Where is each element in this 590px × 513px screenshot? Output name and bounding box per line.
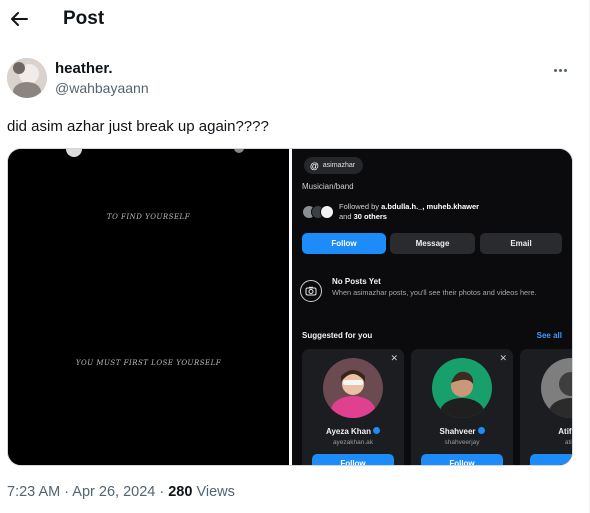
suggested-title: Suggested for you	[302, 331, 373, 340]
tweet-text: did asim azhar just break up again????	[7, 118, 269, 135]
suggestion-avatar	[323, 358, 383, 418]
story-bubble	[66, 149, 82, 157]
followed-by-others: 30 others	[353, 212, 387, 221]
back-arrow-icon[interactable]	[8, 6, 30, 32]
top-bar: Post	[0, 0, 590, 40]
threads-username: asimazhar	[322, 162, 356, 169]
quote-line-bottom: YOU MUST FIRST LOSE YOURSELF	[75, 359, 222, 367]
suggestion-handle: atifa	[564, 439, 572, 446]
suggestion-follow-button: Follow	[312, 454, 394, 465]
story-dot	[234, 149, 244, 153]
page-title: Post	[63, 8, 105, 29]
tweet-author: heather. @wahbayaann	[7, 56, 583, 102]
camera-icon	[300, 280, 322, 302]
followed-by-text: Followed by a.bdulla.h._, muheb.khawer a…	[339, 202, 479, 222]
author-handle[interactable]: @wahbayaann	[55, 80, 149, 96]
more-options-icon[interactable]	[549, 62, 571, 78]
verified-icon	[477, 427, 485, 435]
email-button: Email	[480, 233, 562, 254]
threads-badge: @ asimazhar	[304, 157, 364, 174]
views-label: Views	[192, 484, 235, 500]
close-icon: ✕	[499, 353, 507, 363]
suggestion-card: ✕ Ayeza Khan ayezakhan.ak Follow	[302, 349, 404, 465]
tweet-meta: 7:23 AM · Apr 26, 2024 · 280 Views	[7, 484, 235, 500]
quote-line-top: TO FIND YOURSELF	[106, 213, 191, 221]
threads-icon: @	[310, 160, 319, 171]
suggestion-card: ✕ Shahveer shahveerjay Follow	[411, 349, 513, 465]
followed-by-prefix: Followed by	[339, 202, 382, 211]
follower-avatar	[320, 205, 334, 219]
no-posts-title: No Posts Yet	[332, 277, 381, 286]
suggestion-name: Shahveer	[411, 427, 513, 436]
suggestion-handle: ayezakhan.ak	[332, 439, 374, 446]
no-posts-notice: No Posts Yet When asimazhar posts, you'l…	[300, 277, 570, 313]
avatar[interactable]	[7, 58, 47, 98]
profile-category: Musician/band	[302, 182, 354, 191]
suggestion-follow-button: Follow	[421, 454, 503, 465]
no-posts-subtitle: When asimazhar posts, you'll see their p…	[332, 288, 537, 297]
author-name[interactable]: heather.	[55, 60, 113, 77]
followed-by: Followed by a.bdulla.h._, muheb.khawer a…	[302, 201, 479, 223]
tweet-media[interactable]: TO FIND YOURSELF YOU MUST FIRST LOSE YOU…	[7, 148, 573, 466]
message-button: Message	[390, 233, 475, 254]
see-all-link: See all	[536, 331, 562, 340]
suggestion-avatar	[541, 358, 572, 418]
suggestion-name: Atif As	[558, 427, 572, 436]
suggestion-card: Atif As atifa F	[520, 349, 572, 465]
suggestion-avatar	[432, 358, 492, 418]
media-image-left[interactable]: TO FIND YOURSELF YOU MUST FIRST LOSE YOU…	[8, 149, 289, 465]
views-count: 280	[168, 484, 193, 500]
followed-by-and: and	[339, 212, 354, 221]
close-icon: ✕	[390, 353, 398, 363]
tweet-timestamp[interactable]: 7:23 AM · Apr 26, 2024 ·	[7, 484, 168, 500]
follow-button: Follow	[302, 233, 386, 254]
suggestion-follow-button: F	[530, 454, 572, 465]
suggestion-handle: shahveerjay	[444, 439, 480, 446]
followed-by-names: a.bdulla.h._, muheb.khawer	[381, 202, 480, 211]
verified-icon	[373, 427, 381, 435]
suggestion-name: Ayeza Khan	[302, 427, 404, 436]
media-image-right[interactable]: @ asimazhar Musician/band Followed by a.…	[292, 149, 572, 465]
